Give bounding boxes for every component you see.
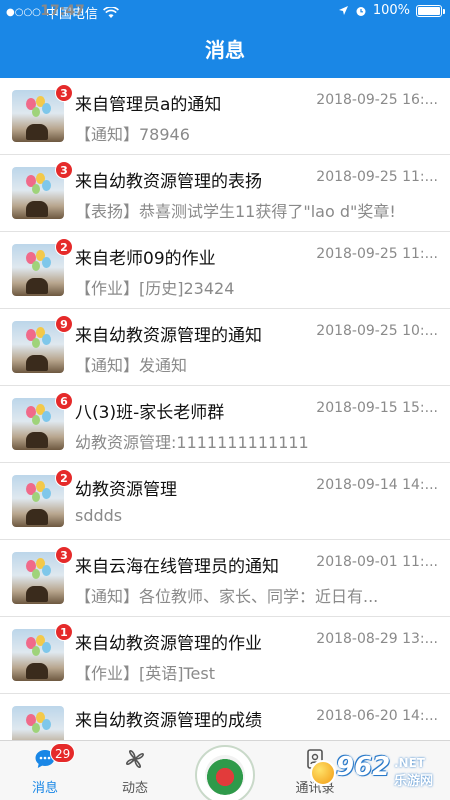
unread-badge: 1 (55, 623, 73, 641)
message-time: 2018-09-25 10:... (316, 323, 438, 339)
unread-badge: 2 (55, 469, 73, 487)
message-time: 2018-09-25 16:... (316, 92, 438, 108)
message-row[interactable]: 3 来自管理员a的通知 2018-09-25 16:... 【通知】78946 (0, 78, 450, 155)
watermark-net: .NET (394, 756, 425, 770)
message-time: 2018-09-14 14:... (316, 477, 438, 493)
message-row[interactable]: 2 幼教资源管理 2018-09-14 14:... sddds (0, 463, 450, 540)
pinwheel-icon (126, 750, 144, 768)
message-row[interactable]: 3 来自幼教资源管理的表扬 2018-09-25 11:... 【表扬】恭喜测试… (0, 155, 450, 232)
message-time: 2018-09-15 15:... (316, 400, 438, 416)
unread-badge: 9 (55, 315, 73, 333)
message-row[interactable]: 3 来自云海在线管理员的通知 2018-09-01 11:... 【通知】各位教… (0, 540, 450, 617)
message-preview: 【通知】78946 (75, 125, 190, 144)
logo-icon (205, 755, 245, 795)
message-list[interactable]: 3 来自管理员a的通知 2018-09-25 16:... 【通知】78946 … (0, 78, 450, 740)
message-time: 2018-09-01 11:... (316, 554, 438, 570)
message-row[interactable]: 1 来自幼教资源管理的作业 2018-08-29 13:... 【作业】[英语]… (0, 617, 450, 694)
nav-bar: 消息 (0, 22, 450, 78)
message-row[interactable]: 来自幼教资源管理的成绩 2018-06-20 14:... 【成绩】张学生在fw… (0, 694, 450, 740)
message-preview: 【作业】[英语]Test (75, 664, 215, 683)
message-row[interactable]: 9 来自幼教资源管理的通知 2018-09-25 10:... 【通知】发通知 (0, 309, 450, 386)
message-time: 2018-06-20 14:... (316, 708, 438, 724)
alarm-icon (356, 6, 366, 16)
tab-moments[interactable]: 动态 (90, 741, 180, 800)
location-arrow-icon (338, 6, 348, 15)
unread-badge: 3 (55, 546, 73, 564)
message-title: 来自幼教资源管理的表扬 (75, 172, 262, 192)
page-title: 消息 (205, 38, 245, 62)
message-title: 来自幼教资源管理的通知 (75, 326, 262, 346)
unread-badge: 6 (55, 392, 73, 410)
message-title: 幼教资源管理 (75, 480, 177, 500)
message-title: 来自老师09的作业 (75, 249, 216, 269)
unread-badge: 2 (55, 238, 73, 256)
watermark-number: 962 (336, 752, 391, 782)
status-bar: ●○○○ 中国电信 17:47 100% (0, 0, 450, 22)
tab-label: 动态 (121, 781, 148, 796)
app-logo-button[interactable] (195, 745, 255, 800)
battery-icon (416, 4, 445, 17)
message-preview: 【表扬】恭喜测试学生11获得了"lao d"奖章! (75, 202, 396, 221)
message-title: 来自云海在线管理员的通知 (75, 557, 279, 577)
status-right: 100% (338, 3, 445, 18)
avatar (12, 706, 64, 740)
message-title: 来自幼教资源管理的作业 (75, 634, 262, 654)
message-row[interactable]: 2 来自老师09的作业 2018-09-25 11:... 【作业】[历史]23… (0, 232, 450, 309)
message-preview: 【通知】发通知 (75, 356, 188, 375)
watermark-text: 乐游网 (394, 774, 434, 789)
message-title: 来自幼教资源管理的成绩 (75, 711, 262, 731)
message-time: 2018-09-25 11:... (316, 246, 438, 262)
message-preview: sddds (75, 506, 123, 525)
message-time: 2018-09-25 11:... (316, 169, 438, 185)
tab-label: 消息 (31, 781, 58, 796)
battery-percent: 100% (372, 3, 410, 18)
message-row[interactable]: 6 八(3)班-家长老师群 2018-09-15 15:... 幼教资源管理:1… (0, 386, 450, 463)
clock-label: 17:47 (40, 3, 85, 19)
message-preview: 【通知】各位教师、家长、同学：近日有... (75, 587, 379, 606)
watermark: 962 .NET 乐游网 (302, 752, 442, 792)
message-title: 来自管理员a的通知 (75, 95, 222, 115)
unread-badge: 3 (55, 161, 73, 179)
message-preview: 幼教资源管理:1111111111111 (75, 433, 309, 452)
message-time: 2018-08-29 13:... (316, 631, 438, 647)
message-title: 八(3)班-家长老师群 (75, 403, 225, 423)
tab-unread-badge: 29 (50, 743, 76, 763)
tab-messages[interactable]: 29 消息 (0, 741, 90, 800)
unread-badge: 3 (55, 84, 73, 102)
message-preview: 【作业】[历史]23424 (75, 279, 235, 298)
watermark-logo-icon (310, 760, 336, 786)
